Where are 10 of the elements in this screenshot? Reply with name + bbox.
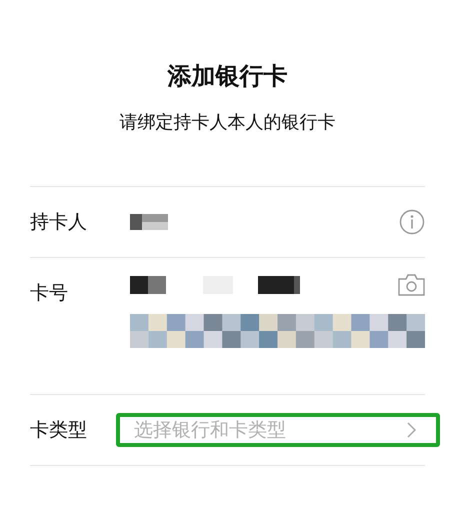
field-label: 持卡人 (30, 210, 88, 235)
bank-select-field[interactable]: 选择银行和卡类型 (116, 413, 440, 447)
camera-icon[interactable] (398, 274, 425, 296)
field-label: 卡号 (30, 281, 69, 306)
field-label: 卡类型 (30, 418, 88, 443)
info-icon[interactable] (399, 209, 425, 235)
page-title: 添加银行卡 (166, 61, 288, 92)
subtitle: 请绑定持卡人本人的银行卡 (118, 111, 336, 135)
blurred-name-drawing (130, 214, 168, 230)
chevron-right-icon (407, 422, 416, 438)
